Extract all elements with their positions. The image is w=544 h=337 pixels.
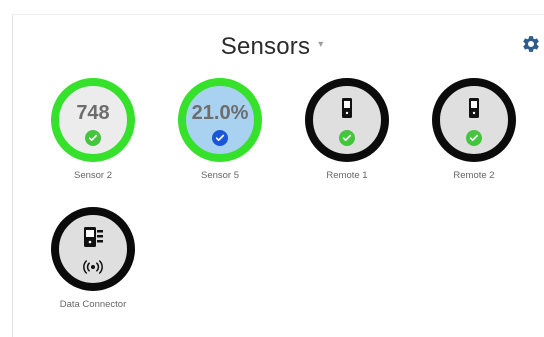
sensor-ring[interactable]	[51, 207, 135, 291]
data-connector-icon	[79, 225, 107, 251]
sensor-tile-data-connector[interactable]: Data Connector	[43, 207, 143, 310]
check-icon	[85, 130, 101, 146]
sensor-value: 748	[76, 102, 110, 124]
sensor-ring[interactable]	[305, 78, 389, 162]
gear-icon[interactable]	[521, 34, 541, 54]
sensor-label: Remote 2	[453, 170, 495, 181]
top-divider	[12, 14, 544, 15]
sensor-label: Sensor 5	[200, 170, 240, 181]
sensor-label: Data Connector	[59, 299, 127, 310]
sensor-ring[interactable]	[432, 78, 516, 162]
check-icon	[339, 130, 355, 146]
check-icon	[466, 130, 482, 146]
title-bar: Sensors ▾	[0, 30, 544, 64]
sensor-value: 21.0%	[191, 102, 249, 124]
caret-down-icon[interactable]: ▾	[318, 39, 323, 50]
sensor-label: Sensor 2	[73, 170, 113, 181]
sensor-ring[interactable]: 21.0%	[178, 78, 262, 162]
sensor-ring[interactable]: 748	[51, 78, 135, 162]
page-title[interactable]: Sensors	[221, 33, 310, 61]
sensors-screen: Sensors ▾ 748 Sensor 2 21.0% Sensor 5 Re…	[0, 0, 544, 337]
sensor-label: Remote 1	[326, 170, 368, 181]
sensor-tile-sensor-2[interactable]: 748 Sensor 2	[43, 78, 143, 181]
remote-device-icon	[335, 96, 359, 120]
sensor-tile-sensor-5[interactable]: 21.0% Sensor 5	[170, 78, 270, 181]
remote-device-icon	[462, 96, 486, 120]
check-icon	[212, 130, 228, 146]
wireless-signal-icon	[82, 260, 104, 274]
sensor-tile-remote-2[interactable]: Remote 2	[424, 78, 524, 181]
sensor-tile-remote-1[interactable]: Remote 1	[297, 78, 397, 181]
